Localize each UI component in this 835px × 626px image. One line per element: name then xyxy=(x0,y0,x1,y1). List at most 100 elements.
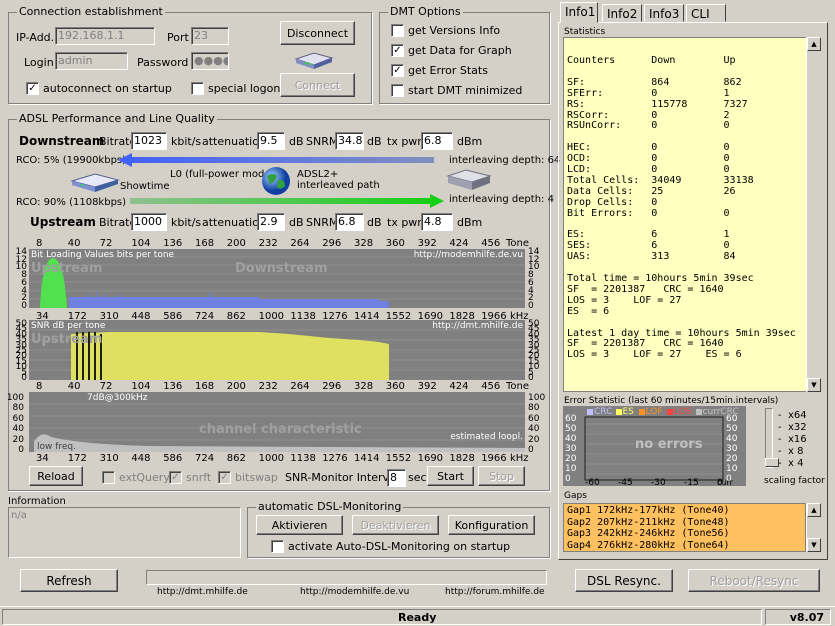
bitswap-checkbox[interactable]: ✓ xyxy=(218,471,231,484)
snrft-label: snrft xyxy=(186,471,212,484)
configuration-button[interactable]: Konfiguration xyxy=(448,515,535,535)
status-bar: Ready v8.07 xyxy=(0,606,835,626)
snrft-checkbox[interactable]: ✓ xyxy=(169,471,182,484)
extquery-checkbox[interactable] xyxy=(102,471,115,484)
error-y-tick-right: 30 xyxy=(726,444,738,454)
rco-downstream: RCO: 5% (19900kbps) xyxy=(16,155,127,166)
stat-line: ES: 6 1 xyxy=(567,229,730,241)
scroll-down-icon[interactable]: ▼ xyxy=(807,378,821,392)
us-kbits-unit: kbit/s xyxy=(171,216,202,229)
downstream-label: Downstream xyxy=(19,134,105,148)
snr-upstream-watermark: Upstream xyxy=(31,332,103,347)
tone-bottom-tick: 72 xyxy=(99,381,113,392)
legend-label: CRC xyxy=(594,407,613,417)
snr_y-tick: 0 xyxy=(528,373,534,383)
khz-axis-label-2: kHz xyxy=(510,453,529,464)
snr-interval-input[interactable]: 8 xyxy=(387,469,406,487)
tone-bottom-tick: 392 xyxy=(417,381,437,392)
information-title: Information xyxy=(8,496,66,507)
ch_y-tick: 40 xyxy=(12,424,24,435)
scaling-slider-thumb[interactable] xyxy=(765,458,779,467)
ch_y-tick: 40 xyxy=(528,424,540,435)
special-logon-checkbox[interactable] xyxy=(191,82,204,95)
error-stats-checkbox[interactable]: ✓ xyxy=(391,64,404,77)
port-input[interactable]: 23 xyxy=(191,27,229,45)
khz-bottom-tick: 310 xyxy=(99,453,119,464)
tab-info3[interactable]: Info3 xyxy=(644,4,684,22)
tab-cli[interactable]: CLI xyxy=(686,4,726,22)
gap-line: Gap2 207kHz-211kHz (Tone48) xyxy=(567,516,730,528)
auto-monitoring-checkbox[interactable] xyxy=(271,540,284,553)
activate-button[interactable]: Aktivieren xyxy=(256,515,343,535)
scale-label: x 8 xyxy=(788,446,804,457)
login-label: Login xyxy=(24,56,54,69)
deactivate-button[interactable]: Deaktivieren xyxy=(352,515,439,535)
scale-dash: - xyxy=(778,458,782,469)
statistics-scrollbar[interactable]: ▲ ▼ xyxy=(806,37,821,392)
ch_y-tick: 20 xyxy=(528,434,540,445)
khz-bottom-tick: 1276 xyxy=(322,453,348,464)
connect-button[interactable]: Connect xyxy=(280,73,355,97)
legend-swatch-icon xyxy=(695,409,702,415)
password-input[interactable]: ●●●●● xyxy=(191,52,229,70)
start-button[interactable]: Start xyxy=(427,466,474,486)
bit-title: Bit Loading Values bits per tone xyxy=(31,250,175,260)
gaps-scroll-up-icon[interactable]: ▲ xyxy=(807,503,821,517)
tone-bottom-tick: 200 xyxy=(226,381,246,392)
interleaved-label: interleaved path xyxy=(297,180,380,191)
stat-line: UAS: 313 84 xyxy=(567,251,736,263)
khz-bottom-tick: 862 xyxy=(226,453,246,464)
tone-bottom-tick: 456 xyxy=(481,381,501,392)
error-y-tick: 60 xyxy=(565,414,577,424)
autoconnect-label: autoconnect on startup xyxy=(43,82,172,95)
footer-url-2[interactable]: http://modemhilfe.de.vu xyxy=(300,587,409,597)
ip-input[interactable]: 192.168.1.1 xyxy=(55,27,155,45)
khz-bottom-tick: 1966 xyxy=(481,453,507,464)
information-box: n/a xyxy=(8,507,241,558)
stat-line: SFErr: 0 1 xyxy=(567,87,730,99)
tab-info1[interactable]: Info1 xyxy=(560,2,598,23)
autoconnect-checkbox[interactable]: ✓ xyxy=(26,82,39,95)
stat-line: Data Cells: 25 26 xyxy=(567,185,736,197)
versions-checkbox[interactable] xyxy=(391,24,404,37)
disconnect-button[interactable]: Disconnect xyxy=(280,21,355,45)
legend-swatch-icon xyxy=(587,409,593,415)
statistics-panel[interactable]: Counters Down Up SF: 864 862 SFErr: 0 1 RS:… xyxy=(563,37,820,392)
legend-swatch-icon xyxy=(667,409,673,415)
error-y-tick-right: 40 xyxy=(726,434,738,444)
graph-data-checkbox[interactable]: ✓ xyxy=(391,44,404,57)
stat-line: SES: 6 0 xyxy=(567,240,730,252)
snr-title: SNR dB per tone xyxy=(31,321,106,331)
ds-bitrate-value: 1023 xyxy=(131,132,167,150)
tone-bottom-tick: 296 xyxy=(322,381,342,392)
legend-swatch-icon xyxy=(638,409,645,415)
gaps-scroll-down-icon[interactable]: ▼ xyxy=(807,538,821,552)
stop-button[interactable]: Stop xyxy=(478,466,525,486)
gaps-scrollbar[interactable]: ▲ ▼ xyxy=(806,503,821,552)
ds-txpwr-value: 6.8 xyxy=(421,132,453,150)
gaps-list[interactable]: Gap1 172kHz-177kHz (Tone40) Gap2 207kHz-2… xyxy=(563,503,806,552)
adsl-title: ADSL Performance and Line Quality xyxy=(17,112,217,125)
ch_y-tick: 60 xyxy=(528,413,540,424)
tab-info2[interactable]: Info2 xyxy=(602,4,642,22)
scroll-up-icon[interactable]: ▲ xyxy=(807,37,821,51)
scale-label: x16 xyxy=(788,434,807,445)
refresh-button[interactable]: Refresh xyxy=(20,569,118,592)
error-y-tick: 50 xyxy=(565,424,577,434)
footer-url-1[interactable]: http://dmt.mhilfe.de xyxy=(157,587,248,597)
login-input[interactable]: admin xyxy=(55,52,128,70)
auto-monitoring-label: activate Auto-DSL-Monitoring on startup xyxy=(288,540,511,553)
dsl-resync-button[interactable]: DSL Resync. xyxy=(575,569,673,592)
tone-top-tick: 136 xyxy=(163,238,183,249)
error-y-tick: 0 xyxy=(565,474,571,484)
khz-bottom-tick: 1414 xyxy=(354,453,380,464)
ds-snrm-unit: dB xyxy=(367,135,382,148)
reload-button[interactable]: Reload xyxy=(29,466,83,486)
error-y-tick-right: 50 xyxy=(726,424,738,434)
footer-url-3[interactable]: http://forum.mhilfe.de xyxy=(445,587,545,597)
dmt-options-title: DMT Options xyxy=(388,5,463,18)
stat-line: RSCorr: 0 2 xyxy=(567,109,730,121)
minimized-checkbox[interactable] xyxy=(391,84,404,97)
stat-line: Latest 1 day time = 10hours 5min 39sec xyxy=(567,327,796,339)
reboot-resync-button[interactable]: Reboot/Resync xyxy=(688,569,820,592)
